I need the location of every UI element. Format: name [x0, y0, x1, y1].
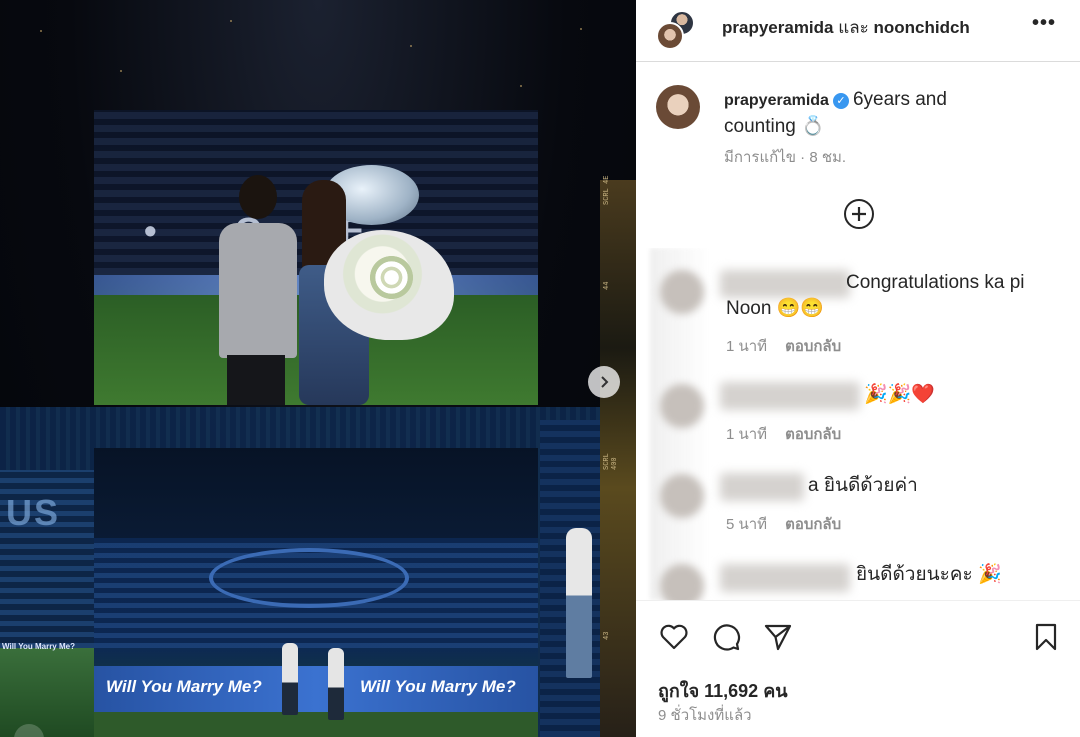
heart-icon[interactable] [658, 621, 690, 653]
post-media[interactable]: US Will You Marry Me? SCRL 4E 44 SCRL 40… [0, 0, 636, 737]
bookmark-icon[interactable] [1030, 621, 1062, 653]
comment-meta: 1 นาที ตอบกลับ [726, 334, 841, 358]
comment-text: a ยินดีด้วยค่า [808, 475, 918, 496]
avatar[interactable] [656, 85, 700, 129]
blurred-username [720, 473, 804, 501]
action-bar: ถูกใจ 11,692 คน 9 ชั่วโมงที่แล้ว [636, 600, 1080, 737]
reply-button[interactable]: ตอบกลับ [785, 426, 841, 443]
sparkle [580, 28, 582, 30]
avatar[interactable] [660, 384, 704, 428]
post-header: prapyeramida และ noonchidch ••• [636, 0, 1080, 62]
chevron-right-icon [601, 376, 609, 388]
photo-stadium-banner: Will You Marry Me? Will You Marry Me? [94, 448, 538, 737]
caption-time: 8 ชม. [809, 149, 847, 166]
ellipsis-icon: ••• [1031, 12, 1056, 34]
film-label: SCRL 400 [603, 453, 619, 470]
person-figure [328, 648, 344, 720]
banner-text: Will You Marry Me? [360, 677, 516, 696]
couple-figure [552, 528, 600, 678]
next-slide-button[interactable] [588, 366, 620, 398]
film-label: 44 [603, 281, 611, 290]
post-time[interactable]: 9 ชั่วโมงที่แล้ว [658, 703, 752, 727]
stadium-emblem [209, 548, 409, 608]
comment-text: 🎉🎉❤️ [864, 384, 935, 405]
film-label: SCRL 4E [603, 175, 611, 205]
comment-text: Congratulations ka pi Noon 😁😁 [726, 272, 1025, 319]
sparkle [520, 85, 522, 87]
comment-meta: 5 นาที ตอบกลับ [726, 512, 841, 536]
caption-text: prapyeramida ✓ 6years and counting 💍 [724, 87, 1024, 140]
post-side-panel: prapyeramida และ noonchidch ••• prapyera… [636, 0, 1080, 737]
blurred-username [720, 382, 860, 410]
collab-avatars[interactable] [656, 10, 696, 50]
like-count[interactable]: ถูกใจ 11,692 คน [658, 676, 788, 705]
avatar[interactable] [660, 474, 704, 518]
verified-badge-icon: ✓ [832, 93, 849, 109]
avatar[interactable] [660, 564, 704, 600]
comment-meta: 1 นาที ตอบกลับ [726, 422, 841, 446]
sparkle [120, 70, 122, 72]
share-icon[interactable] [762, 621, 794, 653]
sparkle [230, 20, 232, 22]
reply-button[interactable]: ตอบกลับ [785, 338, 841, 355]
comment-time: 1 นาที [726, 338, 768, 355]
sparkle [40, 30, 42, 32]
more-options-button[interactable]: ••• [1032, 12, 1056, 35]
stadium-stands-left: US [0, 470, 95, 670]
film-label: 43 [603, 631, 611, 640]
person-figure [282, 643, 298, 715]
username-link[interactable]: noonchidch [873, 18, 969, 37]
photo-proposal-kiss: • O E [94, 110, 538, 405]
edited-label: มีการแก้ไข [724, 149, 796, 166]
sparkle [410, 45, 412, 47]
username-link[interactable]: prapyeramida [722, 18, 834, 37]
username-link[interactable]: prapyeramida [724, 92, 829, 109]
avatar[interactable] [656, 22, 684, 50]
conjunction: และ [838, 18, 869, 37]
banner-small: Will You Marry Me? [2, 642, 75, 651]
comment-text: ยินดีด้วยนะคะ 🎉 [856, 564, 1002, 585]
banner-text: Will You Marry Me? [106, 677, 262, 696]
comment-time: 1 นาที [726, 426, 768, 443]
comment-time: 5 นาที [726, 516, 768, 533]
comments-list: Congratulations ka pi Noon 😁😁 1 นาทีตอบก… [636, 248, 1080, 600]
avatar[interactable] [660, 270, 704, 314]
comment-icon[interactable] [710, 621, 742, 653]
pitch [0, 648, 96, 737]
reply-button[interactable]: ตอบกลับ [785, 516, 841, 533]
pitch [94, 712, 538, 737]
load-more-comments-icon[interactable] [842, 197, 876, 231]
blurred-username [720, 564, 850, 592]
collab-usernames[interactable]: prapyeramida และ noonchidch [722, 14, 1022, 41]
caption-meta: มีการแก้ไข · 8 ชม. [724, 149, 847, 166]
